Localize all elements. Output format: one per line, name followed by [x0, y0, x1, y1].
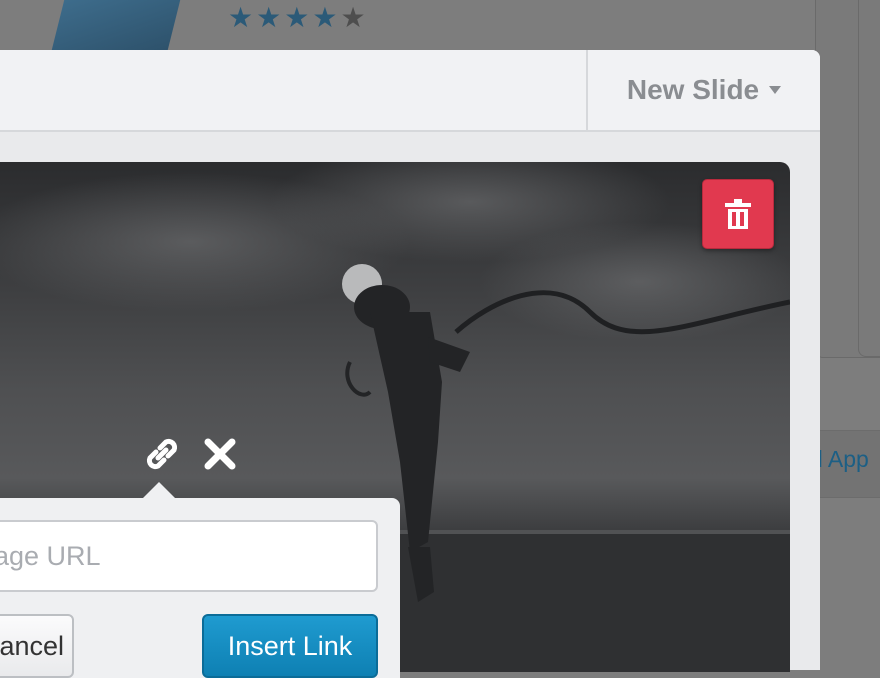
- insert-link-button[interactable]: Insert Link: [202, 614, 378, 678]
- star-empty-icon: ★: [340, 2, 366, 33]
- star-filled-icon: ★: [256, 2, 282, 33]
- background-card-inner: [858, 0, 880, 357]
- image-url-input[interactable]: [0, 520, 378, 592]
- star-filled-icon: ★: [228, 2, 254, 33]
- link-icon: [146, 438, 178, 470]
- close-icon: [204, 438, 236, 470]
- delete-slide-button[interactable]: [702, 179, 774, 249]
- trash-icon: [725, 199, 751, 229]
- close-tool-button[interactable]: [198, 432, 242, 476]
- link-tool-button[interactable]: [140, 432, 184, 476]
- modal-header: New Slide: [0, 50, 820, 132]
- caret-down-icon: [769, 86, 782, 94]
- star-filled-icon: ★: [312, 2, 338, 33]
- popover-arrow: [143, 482, 175, 498]
- cancel-button[interactable]: Cancel: [0, 614, 74, 678]
- star-rating: ★ ★ ★ ★ ★: [228, 2, 366, 34]
- new-slide-label: New Slide: [626, 74, 760, 105]
- new-slide-dropdown[interactable]: New Slide: [588, 50, 820, 130]
- star-filled-icon: ★: [284, 2, 310, 33]
